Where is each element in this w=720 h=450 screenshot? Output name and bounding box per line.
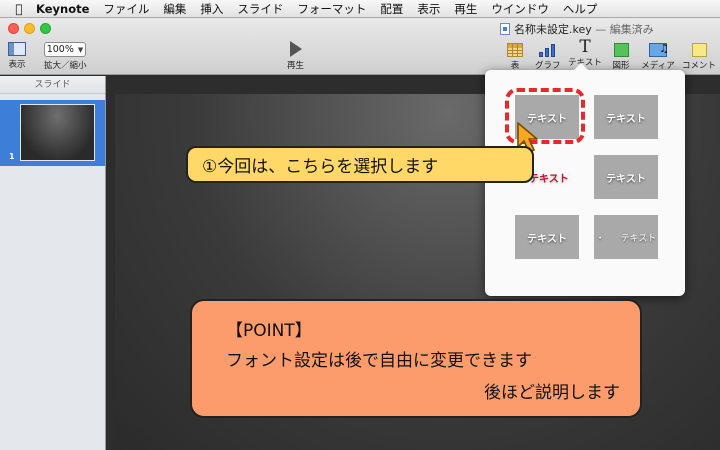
text-style-option-5[interactable]: テキスト xyxy=(515,215,579,259)
play-label: 再生 xyxy=(287,61,305,71)
view-label: 表示 xyxy=(8,60,26,70)
menu-slide[interactable]: スライド xyxy=(237,1,283,17)
window-title: 名称未設定.key — 編集済み xyxy=(500,21,654,37)
menu-play[interactable]: 再生 xyxy=(454,1,477,17)
menu-view[interactable]: 表示 xyxy=(417,1,440,17)
document-status: — 編集済み xyxy=(595,23,654,36)
media-icon xyxy=(649,42,669,57)
instruction-callout: ①今回は、こちらを選択します xyxy=(186,146,534,183)
play-icon xyxy=(289,41,302,57)
zoom-select[interactable]: 100% ▼ xyxy=(44,42,86,57)
point-callout: 【POINT】 フォント設定は後で自由に変更できます 後ほど説明します xyxy=(190,299,642,418)
menu-insert[interactable]: 挿入 xyxy=(200,1,223,17)
text-style-option-4[interactable]: テキスト xyxy=(594,155,658,199)
chart-button[interactable]: グラフ xyxy=(535,43,561,71)
table-icon xyxy=(507,43,523,57)
chevron-down-icon: ▼ xyxy=(77,45,84,54)
comment-button[interactable]: コメント xyxy=(680,43,718,71)
text-style-option-2[interactable]: テキスト xyxy=(594,95,658,139)
zoom-control[interactable]: 100% ▼ 拡大／縮小 xyxy=(44,42,87,71)
zoom-window-button[interactable] xyxy=(40,23,51,34)
point-line-1: フォント設定は後で自由に変更できます xyxy=(226,351,532,371)
shape-button[interactable]: 図形 xyxy=(611,43,631,71)
text-style-option-6[interactable]: ・ テキスト xyxy=(594,215,658,259)
menu-edit[interactable]: 編集 xyxy=(163,1,186,17)
apple-icon[interactable]:  xyxy=(8,2,30,16)
comment-icon xyxy=(691,43,707,57)
document-icon xyxy=(500,23,510,35)
slide-navigator-header: スライド xyxy=(0,76,105,94)
zoom-value: 100% xyxy=(46,44,74,55)
menu-bar:  Keynote ファイル 編集 挿入 スライド フォーマット 配置 表示 再… xyxy=(0,0,720,18)
tile-bullet: ・ xyxy=(595,233,605,244)
table-button[interactable]: 表 xyxy=(505,43,525,71)
sidebar-view-icon xyxy=(8,42,26,56)
play-button[interactable]: 再生 xyxy=(287,41,304,71)
media-button[interactable]: メディア xyxy=(640,42,676,71)
menu-arrange[interactable]: 配置 xyxy=(380,1,403,17)
comment-label: コメント xyxy=(681,61,716,71)
point-line-2: 後ほど説明します xyxy=(484,383,620,403)
menu-file[interactable]: ファイル xyxy=(103,1,149,17)
tile-6-label: テキスト xyxy=(620,233,657,244)
menu-format[interactable]: フォーマット xyxy=(297,1,366,17)
menu-window[interactable]: ウインドウ xyxy=(491,1,549,17)
menu-help[interactable]: ヘルプ xyxy=(563,1,598,17)
document-name: 名称未設定.key xyxy=(514,23,592,36)
minimize-window-button[interactable] xyxy=(24,23,35,34)
view-button[interactable]: 表示 xyxy=(8,42,26,70)
shape-icon xyxy=(613,43,629,57)
zoom-label: 拡大／縮小 xyxy=(44,61,87,71)
menu-app-name[interactable]: Keynote xyxy=(36,2,89,16)
slide-thumbnail-row[interactable]: 1 xyxy=(0,100,105,166)
slide-number: 1 xyxy=(9,152,15,161)
text-icon: T xyxy=(579,37,591,57)
slide-navigator: スライド 1 xyxy=(0,76,106,450)
point-title: 【POINT】 xyxy=(226,321,312,341)
slide-thumbnail[interactable] xyxy=(20,104,95,161)
chart-icon xyxy=(538,43,556,57)
window-toolbar: 名称未設定.key — 編集済み 表示 100% ▼ 拡大／縮小 再生 表 グラ… xyxy=(0,18,720,75)
close-window-button[interactable] xyxy=(8,23,19,34)
